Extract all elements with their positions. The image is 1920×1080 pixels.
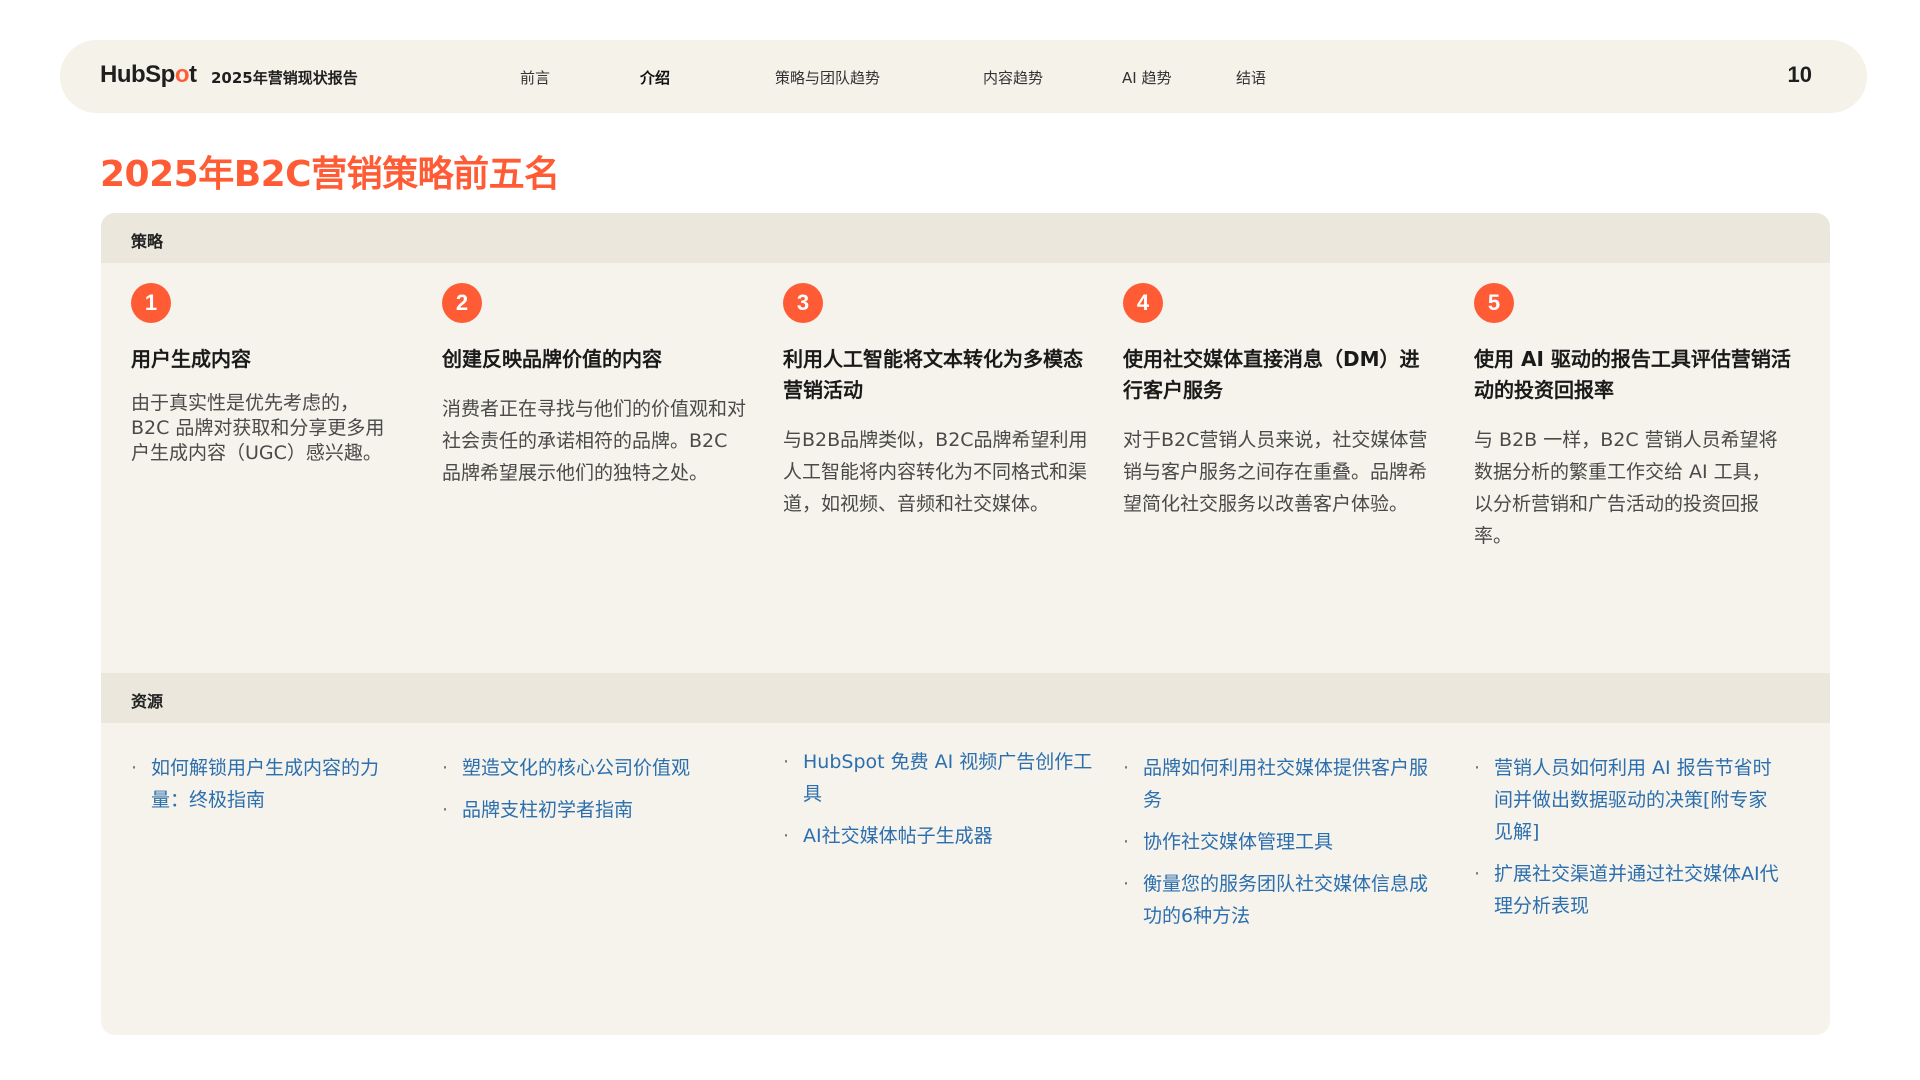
strategy-description: 消费者正在寻找与他们的价值观和对社会责任的承诺相符的品牌。B2C 品牌希望展示他… [442,398,747,484]
bullet-icon: · [1474,757,1481,779]
resource-link-text[interactable]: 衡量您的服务团队社交媒体信息成功的6种方法 [1143,873,1428,927]
bullet-icon: · [1123,757,1130,779]
resource-list: · HubSpot 免费 AI 视频广告创作工具 · AI社交媒体帖子生成器 [783,746,1093,862]
resource-list: · 塑造文化的核心公司价值观 · 品牌支柱初学者指南 [442,752,752,836]
bullet-icon: · [131,757,138,779]
resource-link[interactable]: · AI社交媒体帖子生成器 [783,820,1093,852]
strategy-description: 由于真实性是优先考虑的，B2C 品牌对获取和分享更多用户生成内容（UGC）感兴趣… [131,392,385,464]
resource-link-text[interactable]: HubSpot 免费 AI 视频广告创作工具 [803,751,1092,805]
bullet-icon: · [1123,873,1130,895]
nav-item-ai-trends[interactable]: AI 趋势 [1122,67,1171,88]
bullet-icon: · [1474,863,1481,885]
resource-link-text[interactable]: 如何解锁用户生成内容的力量：终极指南 [151,757,379,811]
strategy-title: 使用 AI 驱动的报告工具评估营销活动的投资回报率 [1474,347,1791,402]
nav-item-preface[interactable]: 前言 [520,67,550,88]
resource-link[interactable]: · 品牌支柱初学者指南 [442,794,752,826]
resource-link-text[interactable]: 营销人员如何利用 AI 报告节省时间并做出数据驱动的决策[附专家见解] [1494,757,1772,843]
logo-sprocket-icon: o [174,61,190,88]
page-title: 2025年B2C营销策略前五名 [100,154,560,195]
strategy-title: 创建反映品牌价值的内容 [442,347,662,371]
bullet-icon: · [1123,831,1130,853]
hubspot-logo[interactable]: HubSpot [100,61,197,89]
resource-list: · 如何解锁用户生成内容的力量：终极指南 [131,752,401,826]
resource-link-text[interactable]: 塑造文化的核心公司价值观 [462,757,690,779]
resource-link-text[interactable]: 品牌支柱初学者指南 [462,799,633,821]
strategy-number-badge: 1 [131,283,171,323]
strategy-title: 使用社交媒体直接消息（DM）进行客户服务 [1123,347,1420,402]
resource-link[interactable]: · 衡量您的服务团队社交媒体信息成功的6种方法 [1123,868,1433,932]
logo-text-part: t [189,61,197,88]
resource-link[interactable]: · 协作社交媒体管理工具 [1123,826,1433,858]
logo-text-part: HubSp [100,61,175,88]
nav-item-content-trends[interactable]: 内容趋势 [983,67,1043,88]
resource-link-text[interactable]: AI社交媒体帖子生成器 [803,825,993,847]
resource-link-text[interactable]: 协作社交媒体管理工具 [1143,831,1333,853]
resource-link[interactable]: · 营销人员如何利用 AI 报告节省时间并做出数据驱动的决策[附专家见解] [1474,752,1784,848]
resources-header-label: 资源 [131,692,164,711]
report-title: 2025年营销现状报告 [211,69,358,87]
resource-link[interactable]: · 塑造文化的核心公司价值观 [442,752,752,784]
strategy-description: 对于B2C营销人员来说，社交媒体营销与客户服务之间存在重叠。品牌希望简化社交服务… [1123,429,1428,515]
resource-link[interactable]: · 品牌如何利用社交媒体提供客户服务 [1123,752,1433,816]
resource-link-text[interactable]: 品牌如何利用社交媒体提供客户服务 [1143,757,1428,811]
strategy-title: 利用人工智能将文本转化为多模态营销活动 [783,347,1083,402]
bullet-icon: · [442,799,449,821]
strategy-header-label: 策略 [131,232,164,251]
resource-link[interactable]: · 扩展社交渠道并通过社交媒体AI代理分析表现 [1474,858,1784,922]
resources-section-header: 资源 [101,673,1830,723]
strategy-section-header: 策略 [101,213,1830,263]
content-panel: 策略 1 用户生成内容 由于真实性是优先考虑的，B2C 品牌对获取和分享更多用户… [101,213,1830,1035]
resource-link[interactable]: · 如何解锁用户生成内容的力量：终极指南 [131,752,401,816]
resource-link[interactable]: · HubSpot 免费 AI 视频广告创作工具 [783,746,1093,810]
bullet-icon: · [783,825,790,847]
strategy-number-badge: 3 [783,283,823,323]
strategy-number-badge: 5 [1474,283,1514,323]
top-nav-bar: HubSpot 2025年营销现状报告 前言 介绍 策略与团队趋势 内容趋势 A… [60,40,1867,113]
strategy-description: 与 B2B 一样，B2C 营销人员希望将数据分析的繁重工作交给 AI 工具，以分… [1474,429,1778,547]
resource-link-text[interactable]: 扩展社交渠道并通过社交媒体AI代理分析表现 [1494,863,1779,917]
strategy-number-badge: 2 [442,283,482,323]
page-number: 10 [1787,62,1812,87]
strategy-number-badge: 4 [1123,283,1163,323]
bullet-icon: · [442,757,449,779]
nav-item-intro[interactable]: 介绍 [640,67,670,88]
resource-list: · 品牌如何利用社交媒体提供客户服务 · 协作社交媒体管理工具 · 衡量您的服务团队社… [1123,752,1433,942]
bullet-icon: · [783,751,790,773]
resource-list: · 营销人员如何利用 AI 报告节省时间并做出数据驱动的决策[附专家见解] · 扩展… [1474,752,1784,932]
strategy-title: 用户生成内容 [131,347,251,371]
strategy-description: 与B2B品牌类似，B2C品牌希望利用人工智能将内容转化为不同格式和渠道，如视频、… [783,429,1088,515]
nav-item-strategy-team-trends[interactable]: 策略与团队趋势 [775,67,880,88]
nav-item-conclusion[interactable]: 结语 [1236,67,1266,88]
